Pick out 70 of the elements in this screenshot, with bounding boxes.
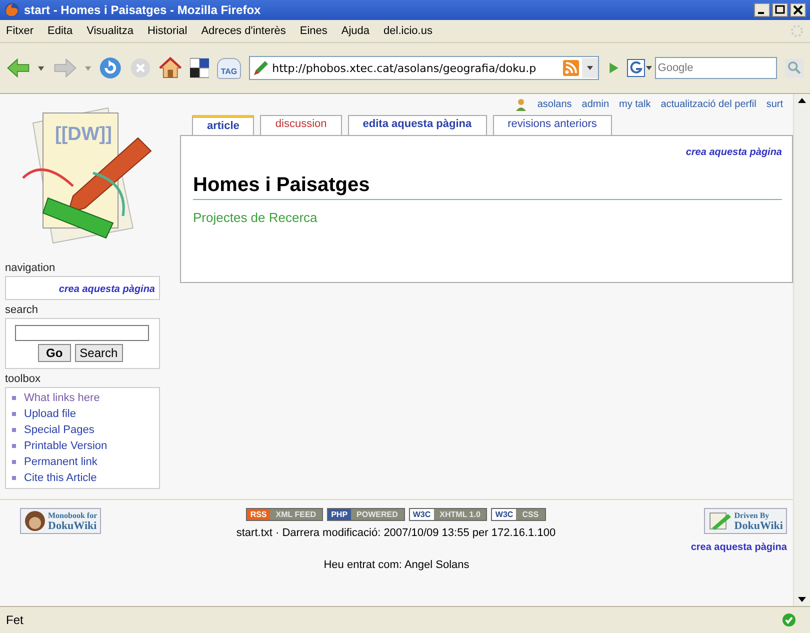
menu-item[interactable]: del.icio.us: [384, 25, 432, 37]
search-field[interactable]: Google: [654, 57, 777, 79]
toolbox-heading: toolbox: [5, 373, 42, 385]
menu-item[interactable]: Fitxer: [6, 25, 34, 37]
firefox-icon: [4, 2, 20, 18]
address-field[interactable]: http://phobos.xtec.cat/asolans/geografia/doku.p: [249, 56, 599, 80]
search-button[interactable]: Search: [74, 344, 123, 362]
dropdown-icon[interactable]: [582, 58, 598, 78]
reload-icon[interactable]: [99, 55, 122, 81]
bullet-icon: [12, 412, 16, 416]
bullet-icon: [12, 444, 16, 448]
navigation-heading: navigation: [5, 262, 56, 274]
monkey-icon: [24, 510, 46, 532]
menu-item[interactable]: Historial: [147, 25, 188, 37]
toolbox-link[interactable]: Permanent link: [24, 456, 98, 468]
menu-item[interactable]: Edita: [48, 25, 73, 37]
vertical-scrollbar[interactable]: [793, 94, 810, 606]
close-icon[interactable]: [790, 3, 806, 17]
squares-icon[interactable]: [190, 57, 209, 79]
menu-item[interactable]: Adreces d'interès: [201, 25, 286, 37]
standards-badge[interactable]: W3C XHTML 1.0: [408, 508, 488, 521]
toolbox-link[interactable]: Special Pages: [24, 424, 94, 436]
page-tab[interactable]: revisions anteriors: [492, 115, 612, 135]
page-tab[interactable]: edita aquesta pàgina: [348, 115, 487, 135]
bullet-icon: [12, 460, 16, 464]
standards-badge[interactable]: PHP POWERED: [327, 508, 405, 521]
menu-item[interactable]: Visualitza: [86, 25, 134, 37]
create-page-link[interactable]: crea aquesta pàgina: [690, 542, 787, 553]
back-arrow-icon[interactable]: [6, 56, 30, 80]
monobook-badge[interactable]: Monobook for DokuWiki: [20, 508, 102, 534]
user-link[interactable]: actualització del perfil: [660, 99, 756, 110]
tag-button[interactable]: TAG: [216, 58, 242, 78]
last-modified-text: start.txt · Darrera modificació: 2007/10/09 13:55 per 172.16.1.100: [236, 527, 556, 539]
login-status-text: Heu entrat com: Angel Solans: [324, 559, 470, 571]
throbber-icon: [790, 24, 804, 38]
user-link[interactable]: asolans: [537, 99, 572, 110]
menu-item[interactable]: Eines: [300, 25, 328, 37]
status-text: Fet: [6, 613, 24, 627]
page-heading: Homes i Paisatges: [193, 174, 782, 200]
toolbox-link[interactable]: What links here: [24, 392, 100, 404]
caret-icon[interactable]: [38, 66, 45, 70]
maximize-icon[interactable]: [772, 3, 788, 17]
toolbox-link[interactable]: Cite this Article: [24, 472, 97, 484]
menu-item[interactable]: Ajuda: [341, 25, 370, 37]
minimize-icon[interactable]: [754, 3, 770, 17]
bullet-icon: [12, 476, 16, 480]
user-link[interactable]: surt: [766, 99, 783, 110]
bullet-icon: [12, 396, 16, 400]
dokuwiki-badge[interactable]: Driven By DokuWiki: [704, 508, 787, 534]
create-page-link[interactable]: crea aquesta pàgina: [58, 284, 155, 295]
secure-check-icon: [782, 613, 796, 627]
pencil-icon: [253, 60, 270, 76]
user-link[interactable]: my talk: [619, 99, 651, 110]
user-icon: [515, 98, 528, 111]
toolbox-link[interactable]: Upload file: [24, 408, 76, 420]
home-icon[interactable]: [158, 56, 182, 80]
search-input[interactable]: [15, 325, 149, 341]
google-icon[interactable]: [626, 59, 653, 77]
standards-badge[interactable]: W3C CSS: [491, 508, 546, 521]
page-tab[interactable]: discussion: [260, 115, 342, 135]
window-title: start - Homes i Paisatges - Mozilla Firefox: [24, 3, 262, 17]
page-tab[interactable]: article: [192, 115, 254, 136]
toolbox-link[interactable]: Printable Version: [24, 440, 108, 452]
search-heading: search: [5, 304, 40, 316]
bullet-icon: [12, 428, 16, 432]
user-link[interactable]: admin: [582, 99, 610, 110]
go-arrow-icon[interactable]: [606, 61, 619, 75]
pencil-icon: [708, 510, 732, 532]
search-button[interactable]: Go: [38, 344, 71, 362]
create-page-link[interactable]: crea aquesta pàgina: [686, 147, 782, 158]
